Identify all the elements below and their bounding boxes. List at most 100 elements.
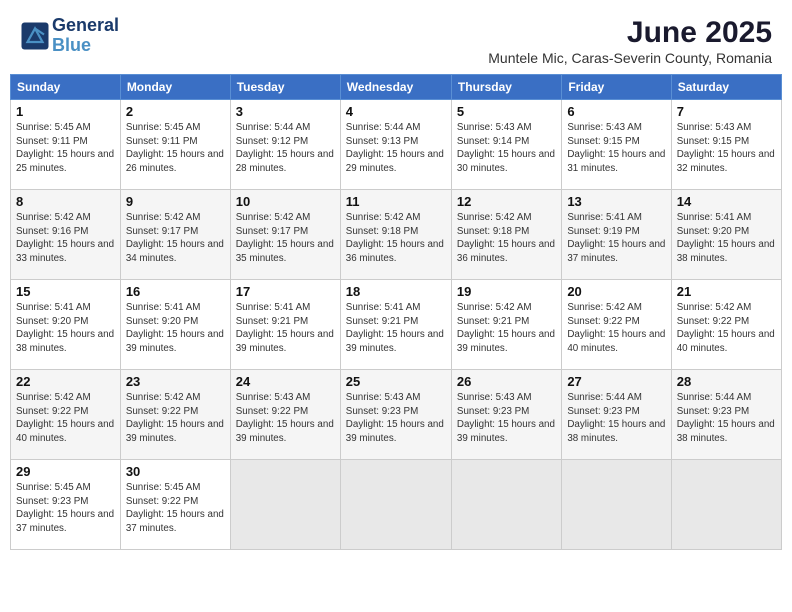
calendar-cell: 14 Sunrise: 5:41 AMSunset: 9:20 PMDayligh… <box>671 190 781 280</box>
calendar-cell: 23 Sunrise: 5:42 AMSunset: 9:22 PMDayligh… <box>120 370 230 460</box>
calendar-cell: 24Sunrise: 5:43 AMSunset: 9:22 PMDayligh… <box>230 370 340 460</box>
calendar-header: GeneralBlue June 2025 Muntele Mic, Caras… <box>10 10 782 70</box>
day-info: Sunrise: 5:42 AMSunset: 9:22 PMDaylight:… <box>126 391 225 446</box>
calendar-cell: 26 Sunrise: 5:43 AMSunset: 9:23 PMDayligh… <box>451 370 561 460</box>
day-info: Sunrise: 5:44 AMSunset: 9:23 PMDaylight:… <box>567 391 665 446</box>
calendar-cell <box>451 460 561 550</box>
day-of-week-header: Tuesday <box>230 75 340 100</box>
calendar-cell: 15Sunrise: 5:41 AMSunset: 9:20 PMDayligh… <box>11 280 121 370</box>
day-info: Sunrise: 5:43 AMSunset: 9:23 PMDaylight:… <box>457 391 556 446</box>
calendar-cell: 28 Sunrise: 5:44 AMSunset: 9:23 PMDayligh… <box>671 370 781 460</box>
day-info: Sunrise: 5:42 AMSunset: 9:22 PMDaylight:… <box>567 301 665 356</box>
day-of-week-header: Sunday <box>11 75 121 100</box>
calendar-cell: 3Sunrise: 5:44 AMSunset: 9:12 PMDaylight… <box>230 100 340 190</box>
day-number: 21 <box>677 284 776 299</box>
day-number: 1 <box>16 104 115 119</box>
day-number: 5 <box>457 104 556 119</box>
calendar-cell: 18 Sunrise: 5:41 AMSunset: 9:21 PMDayligh… <box>340 280 451 370</box>
day-info: Sunrise: 5:45 AMSunset: 9:23 PMDaylight:… <box>16 481 115 536</box>
calendar-cell <box>562 460 671 550</box>
day-number: 20 <box>567 284 665 299</box>
day-number: 7 <box>677 104 776 119</box>
day-number: 16 <box>126 284 225 299</box>
day-number: 26 <box>457 374 556 389</box>
day-number: 19 <box>457 284 556 299</box>
day-info: Sunrise: 5:42 AMSunset: 9:18 PMDaylight:… <box>346 211 446 266</box>
calendar-cell <box>230 460 340 550</box>
logo-icon <box>20 21 50 51</box>
day-number: 6 <box>567 104 665 119</box>
calendar-cell: 5 Sunrise: 5:43 AMSunset: 9:14 PMDaylight… <box>451 100 561 190</box>
day-number: 3 <box>236 104 335 119</box>
day-number: 9 <box>126 194 225 209</box>
day-info: Sunrise: 5:43 AMSunset: 9:15 PMDaylight:… <box>567 121 665 176</box>
calendar-cell: 21Sunrise: 5:42 AMSunset: 9:22 PMDayligh… <box>671 280 781 370</box>
day-info: Sunrise: 5:45 AMSunset: 9:11 PMDaylight:… <box>16 121 115 176</box>
day-number: 4 <box>346 104 446 119</box>
day-info: Sunrise: 5:43 AMSunset: 9:14 PMDaylight:… <box>457 121 556 176</box>
day-info: Sunrise: 5:41 AMSunset: 9:20 PMDaylight:… <box>677 211 776 266</box>
calendar-cell: 11 Sunrise: 5:42 AMSunset: 9:18 PMDayligh… <box>340 190 451 280</box>
title-area: June 2025 Muntele Mic, Caras-Severin Cou… <box>488 16 772 66</box>
day-info: Sunrise: 5:44 AMSunset: 9:13 PMDaylight:… <box>346 121 446 176</box>
calendar-cell: 25Sunrise: 5:43 AMSunset: 9:23 PMDayligh… <box>340 370 451 460</box>
day-number: 28 <box>677 374 776 389</box>
day-info: Sunrise: 5:42 AMSunset: 9:16 PMDaylight:… <box>16 211 115 266</box>
day-info: Sunrise: 5:44 AMSunset: 9:23 PMDaylight:… <box>677 391 776 446</box>
day-of-week-header: Monday <box>120 75 230 100</box>
day-number: 29 <box>16 464 115 479</box>
calendar-week-row: 15Sunrise: 5:41 AMSunset: 9:20 PMDayligh… <box>11 280 782 370</box>
day-info: Sunrise: 5:42 AMSunset: 9:21 PMDaylight:… <box>457 301 556 356</box>
day-of-week-header: Thursday <box>451 75 561 100</box>
day-of-week-header: Saturday <box>671 75 781 100</box>
location-title: Muntele Mic, Caras-Severin County, Roman… <box>488 50 772 66</box>
calendar-cell: 22Sunrise: 5:42 AMSunset: 9:22 PMDayligh… <box>11 370 121 460</box>
calendar-cell <box>671 460 781 550</box>
day-info: Sunrise: 5:42 AMSunset: 9:22 PMDaylight:… <box>16 391 115 446</box>
calendar-cell: 9 Sunrise: 5:42 AMSunset: 9:17 PMDaylight… <box>120 190 230 280</box>
calendar-cell: 4 Sunrise: 5:44 AMSunset: 9:13 PMDaylight… <box>340 100 451 190</box>
day-number: 8 <box>16 194 115 209</box>
calendar-cell: 13 Sunrise: 5:41 AMSunset: 9:19 PMDayligh… <box>562 190 671 280</box>
day-info: Sunrise: 5:41 AMSunset: 9:21 PMDaylight:… <box>236 301 335 356</box>
day-number: 13 <box>567 194 665 209</box>
day-info: Sunrise: 5:42 AMSunset: 9:17 PMDaylight:… <box>236 211 335 266</box>
calendar-cell: 17 Sunrise: 5:41 AMSunset: 9:21 PMDayligh… <box>230 280 340 370</box>
calendar-cell: 27 Sunrise: 5:44 AMSunset: 9:23 PMDayligh… <box>562 370 671 460</box>
day-info: Sunrise: 5:45 AMSunset: 9:11 PMDaylight:… <box>126 121 225 176</box>
calendar-table: SundayMondayTuesdayWednesdayThursdayFrid… <box>10 74 782 550</box>
day-info: Sunrise: 5:42 AMSunset: 9:17 PMDaylight:… <box>126 211 225 266</box>
day-number: 14 <box>677 194 776 209</box>
calendar-cell: 19 Sunrise: 5:42 AMSunset: 9:21 PMDayligh… <box>451 280 561 370</box>
day-info: Sunrise: 5:41 AMSunset: 9:21 PMDaylight:… <box>346 301 446 356</box>
day-info: Sunrise: 5:45 AMSunset: 9:22 PMDaylight:… <box>126 481 225 536</box>
day-number: 18 <box>346 284 446 299</box>
calendar-week-row: 8 Sunrise: 5:42 AMSunset: 9:16 PMDaylight… <box>11 190 782 280</box>
day-info: Sunrise: 5:42 AMSunset: 9:18 PMDaylight:… <box>457 211 556 266</box>
day-info: Sunrise: 5:41 AMSunset: 9:20 PMDaylight:… <box>16 301 115 356</box>
day-info: Sunrise: 5:43 AMSunset: 9:22 PMDaylight:… <box>236 391 335 446</box>
logo: GeneralBlue <box>20 16 119 56</box>
calendar-cell: 7Sunrise: 5:43 AMSunset: 9:15 PMDaylight… <box>671 100 781 190</box>
calendar-cell <box>340 460 451 550</box>
calendar-week-row: 29 Sunrise: 5:45 AMSunset: 9:23 PMDayligh… <box>11 460 782 550</box>
day-number: 30 <box>126 464 225 479</box>
day-info: Sunrise: 5:41 AMSunset: 9:20 PMDaylight:… <box>126 301 225 356</box>
calendar-cell: 2 Sunrise: 5:45 AMSunset: 9:11 PMDaylight… <box>120 100 230 190</box>
day-number: 27 <box>567 374 665 389</box>
calendar-header-row: SundayMondayTuesdayWednesdayThursdayFrid… <box>11 75 782 100</box>
day-number: 23 <box>126 374 225 389</box>
day-number: 17 <box>236 284 335 299</box>
day-number: 25 <box>346 374 446 389</box>
calendar-cell: 12Sunrise: 5:42 AMSunset: 9:18 PMDayligh… <box>451 190 561 280</box>
calendar-cell: 20 Sunrise: 5:42 AMSunset: 9:22 PMDayligh… <box>562 280 671 370</box>
day-of-week-header: Friday <box>562 75 671 100</box>
day-info: Sunrise: 5:41 AMSunset: 9:19 PMDaylight:… <box>567 211 665 266</box>
day-number: 10 <box>236 194 335 209</box>
calendar-cell: 29 Sunrise: 5:45 AMSunset: 9:23 PMDayligh… <box>11 460 121 550</box>
calendar-cell: 6 Sunrise: 5:43 AMSunset: 9:15 PMDaylight… <box>562 100 671 190</box>
calendar-cell: 8 Sunrise: 5:42 AMSunset: 9:16 PMDaylight… <box>11 190 121 280</box>
day-of-week-header: Wednesday <box>340 75 451 100</box>
day-number: 2 <box>126 104 225 119</box>
day-number: 11 <box>346 194 446 209</box>
